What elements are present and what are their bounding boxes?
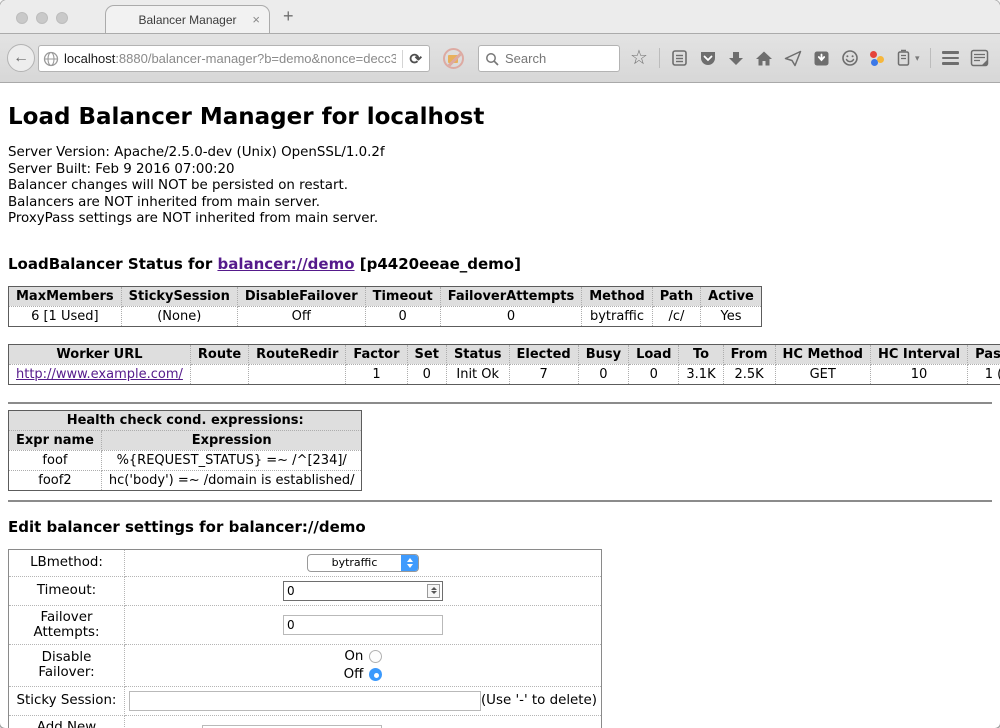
lbmethod-label: LBmethod: [9, 549, 125, 576]
balancer-demo-link[interactable]: balancer://demo [217, 255, 354, 273]
server-built: Server Built: Feb 9 2016 07:00:20 [8, 162, 992, 179]
search-placeholder: Search [505, 51, 546, 66]
url-text: localhost:8880/balancer-manager?b=demo&n… [64, 51, 396, 66]
minimize-window-button[interactable] [36, 12, 48, 24]
balancer-settings-form: LBmethod: bytraffic Timeout: [8, 549, 602, 728]
download-icon[interactable] [728, 50, 744, 67]
server-version: Server Version: Apache/2.5.0-dev (Unix) … [8, 145, 992, 162]
failover-attempts-label: Failover Attempts: [9, 605, 125, 644]
proxypass-note: ProxyPass settings are NOT inherited fro… [8, 211, 992, 228]
disable-failover-off-radio[interactable] [369, 668, 382, 681]
send-icon[interactable] [784, 50, 802, 67]
zoom-window-button[interactable] [56, 12, 68, 24]
tab-close-icon[interactable]: × [252, 12, 260, 27]
colors-extension-icon[interactable] [870, 50, 886, 66]
divider [8, 500, 992, 502]
menu-icon[interactable] [942, 51, 959, 65]
search-icon [485, 52, 499, 66]
home-icon[interactable] [755, 50, 773, 67]
table-row: foof %{REQUEST_STATUS} =~ /^[234]/ [9, 450, 362, 470]
close-window-button[interactable] [16, 12, 28, 24]
chat-smiley-icon[interactable] [841, 49, 859, 67]
bookmark-star-icon[interactable]: ☆ [630, 48, 648, 68]
radio-on-label: On [344, 649, 363, 664]
container-extension-icon[interactable] [897, 49, 910, 67]
url-bar[interactable]: localhost:8880/balancer-manager?b=demo&n… [38, 45, 430, 72]
sticky-session-label: Sticky Session: [9, 686, 125, 715]
loadbalancer-status-heading: LoadBalancer Status for balancer://demo … [8, 255, 992, 273]
health-table-title: Health check cond. expressions: [9, 410, 362, 430]
sticky-session-input[interactable] [129, 691, 481, 711]
grid-edit-icon[interactable] [970, 49, 989, 67]
globe-icon [43, 51, 59, 67]
back-button[interactable]: ← [7, 44, 35, 72]
reading-list-icon[interactable] [671, 49, 688, 67]
new-tab-button[interactable]: + [283, 6, 294, 27]
timeout-label: Timeout: [9, 576, 125, 605]
lbmethod-select[interactable]: bytraffic [307, 554, 419, 572]
disable-failover-label: Disable Failover: [9, 644, 125, 686]
tab-balancer-manager[interactable]: Balancer Manager × [105, 5, 270, 34]
page-content: Load Balancer Manager for localhost Serv… [0, 83, 1000, 728]
number-spinner-icon[interactable] [427, 584, 440, 598]
radio-off-label: Off [344, 667, 364, 682]
select-stepper-icon [401, 555, 418, 571]
edit-balancer-heading: Edit balancer settings for balancer://de… [8, 518, 992, 536]
table-row: 6 [1 Used] (None) Off 0 0 bytraffic /c/ … [9, 306, 762, 326]
sticky-session-hint: (Use '-' to delete) [481, 693, 597, 708]
inherit-note: Balancers are NOT inherited from main se… [8, 195, 992, 212]
persist-note: Balancer changes will NOT be persisted o… [8, 178, 992, 195]
addon-download-icon[interactable] [813, 50, 830, 67]
browser-window: Balancer Manager × + ← localhost:8880/ba… [0, 0, 1000, 728]
table-row: foof2 hc('body') =~ /domain is establish… [9, 470, 362, 490]
worker-url-link[interactable]: http://www.example.com/ [16, 367, 183, 382]
block-icon[interactable] [443, 48, 464, 69]
tab-bar: Balancer Manager × + [0, 0, 1000, 34]
search-bar[interactable]: Search [478, 45, 620, 72]
health-check-table: Health check cond. expressions: Expr nam… [8, 410, 362, 491]
table-row: http://www.example.com/ 1 0 Init Ok 7 0 … [9, 364, 1000, 384]
toolbar-icons: ☆ [630, 44, 989, 72]
page-title: Load Balancer Manager for localhost [8, 104, 992, 130]
pocket-icon[interactable] [699, 50, 717, 67]
navigation-toolbar: ← localhost:8880/balancer-manager?b=demo… [0, 34, 1000, 83]
disable-failover-on-radio[interactable] [369, 650, 382, 663]
worker-table: Worker URL Route RouteRedir Factor Set S… [8, 344, 1000, 385]
balancer-status-table: MaxMembers StickySession DisableFailover… [8, 286, 762, 327]
server-info: Server Version: Apache/2.5.0-dev (Unix) … [8, 145, 992, 228]
divider [8, 402, 992, 404]
timeout-input[interactable] [283, 581, 443, 601]
add-worker-label: Add New Worker: [9, 715, 125, 728]
reload-icon[interactable]: ⟳ [409, 50, 425, 68]
failover-attempts-input[interactable] [283, 615, 443, 635]
dropdown-caret-icon[interactable]: ▾ [915, 53, 920, 64]
traffic-lights[interactable] [16, 12, 68, 24]
tab-title: Balancer Manager [138, 13, 236, 27]
